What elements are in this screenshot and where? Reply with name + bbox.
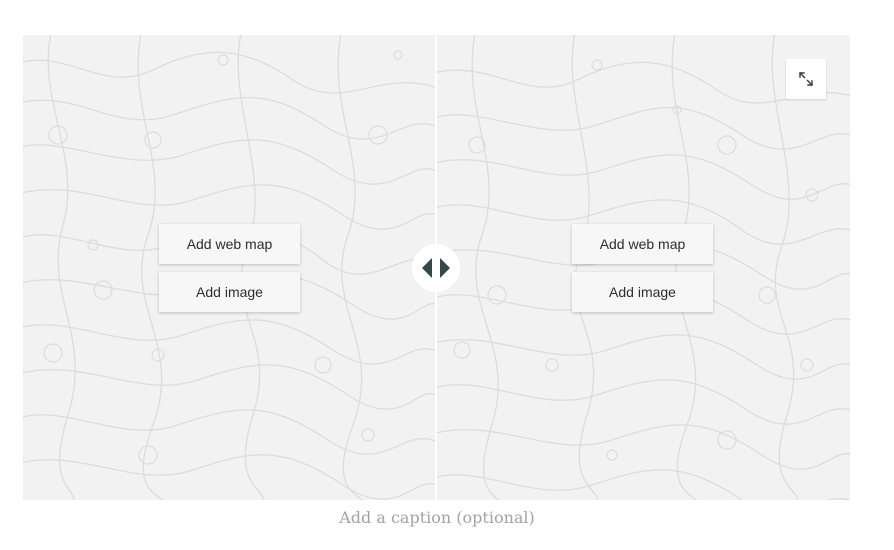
expand-button[interactable]: [786, 59, 826, 99]
right-pane-buttons: Add web map Add image: [572, 224, 713, 312]
left-add-image-button[interactable]: Add image: [159, 272, 300, 312]
left-pane-buttons: Add web map Add image: [159, 224, 300, 312]
expand-icon: [799, 72, 813, 86]
left-add-web-map-button[interactable]: Add web map: [159, 224, 300, 264]
swipe-container: Add web map Add image Add web map Add im…: [23, 35, 850, 500]
right-add-web-map-button[interactable]: Add web map: [572, 224, 713, 264]
swipe-block: Add web map Add image Add web map Add im…: [0, 0, 894, 550]
swipe-handle[interactable]: [412, 244, 460, 292]
right-add-image-button[interactable]: Add image: [572, 272, 713, 312]
left-right-arrows-icon: [422, 258, 450, 278]
caption-input[interactable]: Add a caption (optional): [0, 508, 874, 527]
